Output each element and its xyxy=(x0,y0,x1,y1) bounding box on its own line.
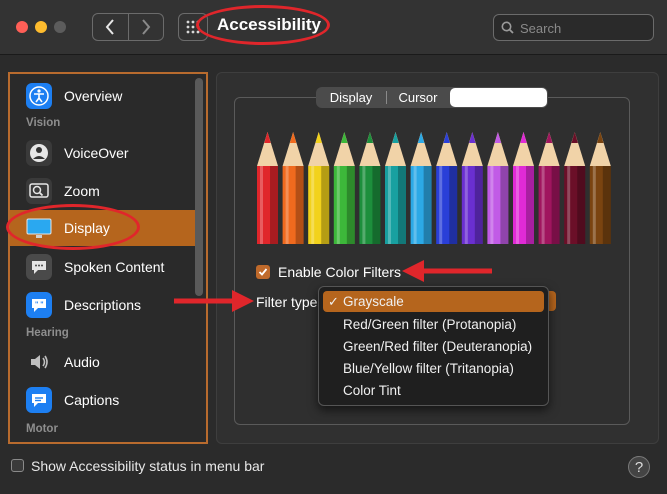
close-window-button[interactable] xyxy=(16,21,28,33)
sidebar-item-label: Zoom xyxy=(64,183,100,199)
checkmark-icon xyxy=(258,268,268,276)
filter-option-label: Grayscale xyxy=(343,294,404,309)
pencil xyxy=(436,132,458,244)
help-button[interactable]: ? xyxy=(628,456,650,478)
preferences-window: Accessibility Overview Vision VoiceOver … xyxy=(0,0,667,494)
checkmark-icon: ✓ xyxy=(328,294,339,309)
speaker-icon xyxy=(26,349,52,375)
sidebar-item-label: Descriptions xyxy=(64,297,142,313)
tab-bar: Display Cursor xyxy=(316,87,548,108)
arrow-annotation-enable xyxy=(402,260,492,282)
sidebar-item-label: Spoken Content xyxy=(64,259,165,275)
section-header-vision: Vision xyxy=(26,117,61,129)
filter-option-label: Color Tint xyxy=(343,383,401,398)
chevron-right-icon xyxy=(141,19,151,35)
filter-option-label: Green/Red filter (Deuteranopia) xyxy=(343,339,533,354)
show-status-menu-bar-checkbox[interactable] xyxy=(11,459,24,472)
pencil xyxy=(461,132,483,244)
filter-option-protanopia[interactable]: Red/Green filter (Protanopia) xyxy=(323,314,544,335)
navigation-buttons xyxy=(92,13,164,41)
pencil xyxy=(487,132,509,244)
voiceover-icon xyxy=(26,140,52,166)
zoom-icon xyxy=(26,178,52,204)
enable-color-filters-checkbox[interactable] xyxy=(256,265,270,279)
tab-cursor[interactable]: Cursor xyxy=(387,87,449,108)
pencil xyxy=(589,132,611,244)
zoom-window-button[interactable] xyxy=(54,21,66,33)
filter-option-label: Red/Green filter (Protanopia) xyxy=(343,317,517,332)
search-input[interactable] xyxy=(518,18,652,39)
sidebar-item-audio[interactable]: Audio xyxy=(10,344,196,380)
sidebar-item-label: Captions xyxy=(64,392,120,408)
forward-button[interactable] xyxy=(127,14,164,40)
display-highlight-annotation xyxy=(6,204,140,250)
sidebar-item-label: Overview xyxy=(64,88,123,104)
pencil xyxy=(385,132,406,244)
pencil xyxy=(308,132,330,244)
sidebar-scrollbar[interactable] xyxy=(195,78,203,296)
toolbar: Accessibility xyxy=(0,0,667,55)
pencil xyxy=(410,132,432,244)
filter-option-color-tint[interactable]: Color Tint xyxy=(323,380,544,401)
section-header-hearing: Hearing xyxy=(26,327,69,339)
sidebar-item-spoken-content[interactable]: Spoken Content xyxy=(10,249,196,285)
minimize-window-button[interactable] xyxy=(35,21,47,33)
svg-text:" ": " " xyxy=(35,302,44,309)
tab-color-filters[interactable] xyxy=(450,88,547,107)
sidebar-item-descriptions[interactable]: " " Descriptions xyxy=(10,287,196,323)
enable-color-filters-label: Enable Color Filters xyxy=(278,264,401,280)
filter-option-grayscale[interactable]: ✓ Grayscale xyxy=(323,291,544,312)
filter-type-label: Filter type xyxy=(256,294,318,310)
sidebar-item-label: VoiceOver xyxy=(64,145,129,161)
descriptions-icon: " " xyxy=(26,292,52,318)
filter-option-tritanopia[interactable]: Blue/Yellow filter (Tritanopia) xyxy=(323,358,544,379)
sidebar-item-captions[interactable]: Captions xyxy=(10,382,196,418)
color-pencils-image xyxy=(257,132,611,244)
tab-display[interactable]: Display xyxy=(316,87,386,108)
sidebar: Overview Vision VoiceOver Zoom Display S… xyxy=(8,72,208,444)
back-button[interactable] xyxy=(93,14,128,40)
sidebar-item-zoom[interactable]: Zoom xyxy=(10,173,196,209)
chevron-left-icon xyxy=(105,19,115,35)
pencil xyxy=(257,132,278,244)
pencil xyxy=(282,132,304,244)
search-field[interactable] xyxy=(493,14,654,41)
pencil xyxy=(513,132,534,244)
pencil xyxy=(564,132,586,244)
sidebar-item-label: Audio xyxy=(64,354,100,370)
title-highlight-annotation xyxy=(196,5,330,45)
filter-option-deuteranopia[interactable]: Green/Red filter (Deuteranopia) xyxy=(323,336,544,357)
show-status-menu-bar-label: Show Accessibility status in menu bar xyxy=(31,458,265,474)
pencil xyxy=(359,132,381,244)
filter-option-label: Blue/Yellow filter (Tritanopia) xyxy=(343,361,514,376)
search-icon xyxy=(501,21,514,34)
pencil xyxy=(333,132,355,244)
sidebar-item-overview[interactable]: Overview xyxy=(10,78,196,114)
accessibility-icon xyxy=(26,83,52,109)
sidebar-item-voiceover[interactable]: VoiceOver xyxy=(10,135,196,171)
pencil xyxy=(538,132,560,244)
filter-type-dropdown-menu[interactable]: ✓ Grayscale Red/Green filter (Protanopia… xyxy=(318,286,549,406)
arrow-annotation-filter-type xyxy=(174,290,254,312)
section-header-motor: Motor xyxy=(26,423,58,435)
captions-icon xyxy=(26,387,52,413)
speech-bubble-icon xyxy=(26,254,52,280)
